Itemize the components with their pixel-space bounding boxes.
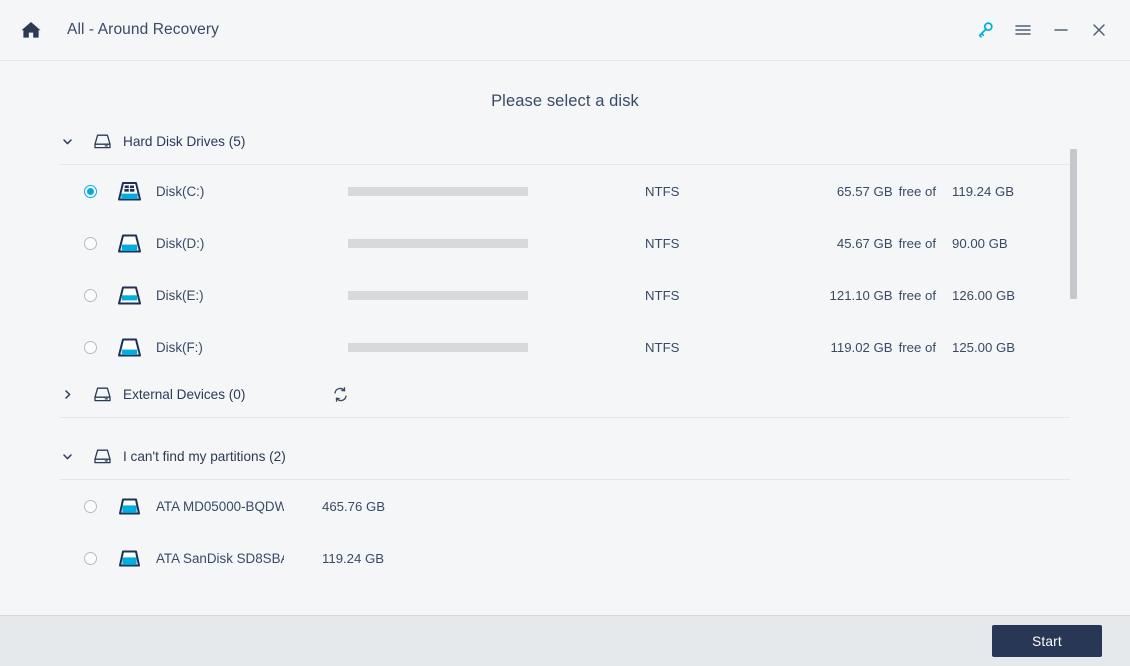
disk-total-space: 125.00 GB [952, 339, 1016, 355]
title-bar: All - Around Recovery [0, 0, 1130, 61]
disk-row[interactable]: Disk(D:) NTFS 45.67 GB free of 90.00 GB [60, 217, 1070, 269]
disk-name: Disk(D:) [156, 235, 205, 251]
partition-size: 465.76 GB [322, 498, 386, 514]
license-key-button[interactable] [966, 11, 1004, 49]
group-header-hard-disk-drives[interactable]: Hard Disk Drives (5) [60, 127, 1070, 155]
disk-capacity-separator: free of [898, 287, 936, 303]
hard-disk-rows: Disk(C:) NTFS 65.57 GB free of 119.24 GB [60, 165, 1070, 373]
minimize-icon [1054, 29, 1068, 31]
chevron-right-icon[interactable] [60, 387, 74, 401]
menu-button[interactable] [1004, 11, 1042, 49]
app-window: All - Around Recovery Please select a di… [0, 0, 1130, 666]
disk-row[interactable]: Disk(E:) NTFS 121.10 GB free of 126.00 G… [60, 269, 1070, 321]
group-label: Hard Disk Drives (5) [123, 133, 246, 149]
disk-tray-icon [92, 132, 112, 150]
group-header-external-devices[interactable]: External Devices (0) [60, 380, 1070, 408]
disk-name: Disk(E:) [156, 287, 204, 303]
disk-capacity-separator: free of [898, 339, 936, 355]
disk-usage-bar [348, 238, 528, 248]
partition-name: ATA SanDisk SD8SBAT1 SCSI ... [156, 550, 284, 566]
disk-radio-f[interactable] [84, 340, 97, 354]
disk-icon [115, 230, 143, 256]
list-item[interactable]: ATA SanDisk SD8SBAT1 SCSI ... 119.24 GB [60, 532, 1070, 584]
disk-total-space: 126.00 GB [952, 287, 1016, 303]
chevron-down-icon[interactable] [60, 449, 74, 463]
disk-filesystem: NTFS [645, 235, 680, 251]
disk-capacity: 119.02 GB free of 125.00 GB [701, 340, 1070, 355]
disk-capacity-separator: free of [898, 235, 936, 251]
disk-usage-bar [348, 342, 528, 352]
page-title: Please select a disk [491, 92, 639, 110]
disk-radio-e[interactable] [84, 288, 97, 302]
disk-row[interactable]: Disk(C:) NTFS 65.57 GB free of 119.24 GB [60, 165, 1070, 217]
home-icon [21, 22, 41, 38]
disk-radio-c[interactable] [84, 184, 97, 198]
refresh-button[interactable] [330, 384, 350, 404]
group-label: External Devices (0) [123, 386, 246, 402]
disk-filesystem: NTFS [645, 287, 680, 303]
disk-capacity: 65.57 GB free of 119.24 GB [701, 184, 1070, 199]
disk-filesystem: NTFS [645, 183, 680, 199]
disk-tray-icon [92, 385, 112, 403]
disk-usage-bar [348, 290, 528, 300]
content-area: Please select a disk Hard Disk Drives (5… [0, 61, 1130, 615]
key-icon [978, 22, 993, 38]
group-label: I can't find my partitions (2) [123, 448, 286, 464]
minimize-button[interactable] [1042, 11, 1080, 49]
disk-row[interactable]: Disk(F:) NTFS 119.02 GB free of 125.00 G… [60, 321, 1070, 373]
disk-tray-icon [92, 447, 112, 465]
disk-free-space: 45.67 GB [836, 235, 893, 251]
close-button[interactable] [1080, 11, 1118, 49]
disk-capacity: 45.67 GB free of 90.00 GB [701, 236, 1070, 251]
disk-capacity: 121.10 GB free of 126.00 GB [701, 288, 1070, 303]
disk-free-space: 121.10 GB [829, 287, 893, 303]
disk-free-space: 65.57 GB [836, 183, 893, 199]
windows-disk-icon [115, 178, 143, 204]
disk-total-space: 90.00 GB [952, 235, 1008, 251]
disk-free-space: 119.02 GB [830, 339, 893, 355]
window-title: All - Around Recovery [67, 21, 219, 38]
close-icon [1093, 24, 1105, 36]
disk-radio-d[interactable] [84, 236, 97, 250]
partition-rows: ATA MD05000-BQDW-RO SCSI... 465.76 GB AT… [60, 480, 1070, 584]
hamburger-menu-icon [1015, 25, 1031, 35]
disk-total-space: 119.24 GB [952, 183, 1015, 199]
list-scrollbar-track[interactable] [1070, 141, 1077, 439]
chevron-down-icon[interactable] [60, 134, 74, 148]
disk-capacity-separator: free of [898, 183, 936, 199]
disk-name: Disk(F:) [156, 339, 203, 355]
partition-size: 119.24 GB [322, 550, 385, 566]
list-scrollbar-thumb[interactable] [1070, 149, 1077, 299]
refresh-icon [334, 386, 347, 402]
start-button[interactable]: Start [992, 625, 1102, 657]
partition-radio-1[interactable] [84, 551, 97, 565]
disk-icon [115, 334, 143, 360]
disk-filesystem: NTFS [645, 339, 680, 355]
disk-usage-bar [348, 186, 528, 196]
home-button[interactable] [14, 13, 48, 47]
list-item[interactable]: ATA MD05000-BQDW-RO SCSI... 465.76 GB [60, 480, 1070, 532]
footer-bar: Start [0, 615, 1130, 666]
disk-icon [115, 545, 143, 571]
partition-name: ATA MD05000-BQDW-RO SCSI... [156, 498, 284, 514]
partition-radio-0[interactable] [84, 499, 97, 513]
disk-icon [115, 282, 143, 308]
disk-icon [115, 493, 143, 519]
disk-name: Disk(C:) [156, 183, 205, 199]
group-header-cant-find-partitions[interactable]: I can't find my partitions (2) [60, 442, 1070, 470]
disk-list-area: Hard Disk Drives (5) Disk(C:) NTFS 65.57… [0, 127, 1130, 584]
